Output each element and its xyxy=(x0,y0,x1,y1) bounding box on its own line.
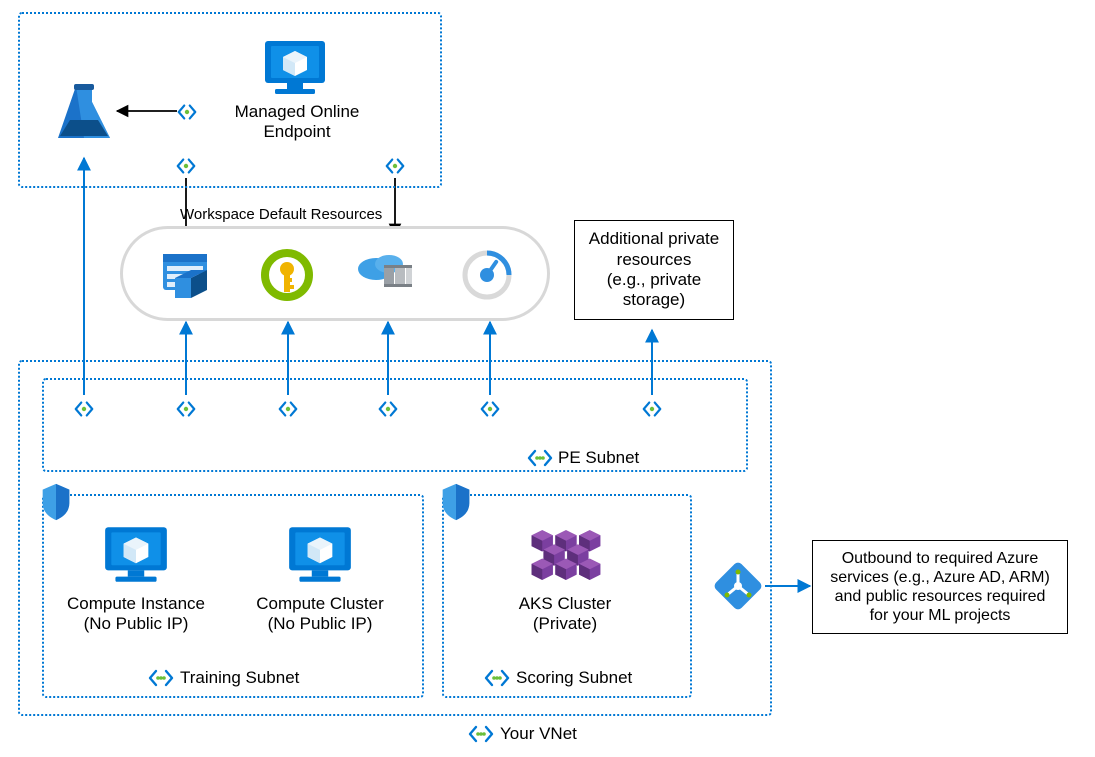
app-insights-icon xyxy=(460,248,514,302)
horizontal-connector-icon xyxy=(527,448,553,468)
private-endpoint-icon xyxy=(175,398,197,420)
aks-cluster-label: AKS Cluster (Private) xyxy=(490,594,640,635)
private-endpoint-icon xyxy=(377,398,399,420)
private-endpoint-icon xyxy=(175,155,197,177)
compute-instance-icon xyxy=(100,522,172,588)
private-endpoint-icon xyxy=(73,398,95,420)
horizontal-connector-icon xyxy=(484,668,510,688)
pe-subnet-label: PE Subnet xyxy=(558,448,639,468)
training-subnet-label: Training Subnet xyxy=(180,668,299,688)
keyvault-icon xyxy=(260,248,314,302)
compute-cluster-icon xyxy=(284,522,356,588)
shield-icon xyxy=(440,482,472,522)
private-endpoint-icon xyxy=(641,398,663,420)
private-endpoint-icon xyxy=(384,155,406,177)
horizontal-connector-icon xyxy=(468,724,494,744)
outbound-services-label: Outbound to required Azure services (e.g… xyxy=(830,549,1050,626)
additional-private-resources-label: Additional private resources (e.g., priv… xyxy=(589,229,719,311)
managed-online-endpoint-label: Managed Online Endpoint xyxy=(212,102,382,143)
shield-icon xyxy=(40,482,72,522)
compute-cluster-label: Compute Cluster (No Public IP) xyxy=(240,594,400,635)
load-balancer-icon xyxy=(712,560,764,612)
azure-ml-icon xyxy=(54,82,114,142)
managed-online-endpoint-icon xyxy=(260,36,330,100)
private-endpoint-icon xyxy=(277,398,299,420)
storage-icon xyxy=(158,250,212,300)
outbound-services-box: Outbound to required Azure services (e.g… xyxy=(812,540,1068,634)
aks-cluster-icon xyxy=(528,524,604,586)
your-vnet-label: Your VNet xyxy=(500,724,577,744)
container-registry-icon xyxy=(358,250,416,300)
scoring-subnet-label: Scoring Subnet xyxy=(516,668,632,688)
pe-subnet-box xyxy=(42,378,748,472)
compute-instance-label: Compute Instance (No Public IP) xyxy=(56,594,216,635)
private-endpoint-icon xyxy=(176,101,198,123)
horizontal-connector-icon xyxy=(148,668,174,688)
workspace-default-resources-label: Workspace Default Resources xyxy=(180,206,400,224)
private-endpoint-icon xyxy=(479,398,501,420)
additional-private-resources-box: Additional private resources (e.g., priv… xyxy=(574,220,734,320)
